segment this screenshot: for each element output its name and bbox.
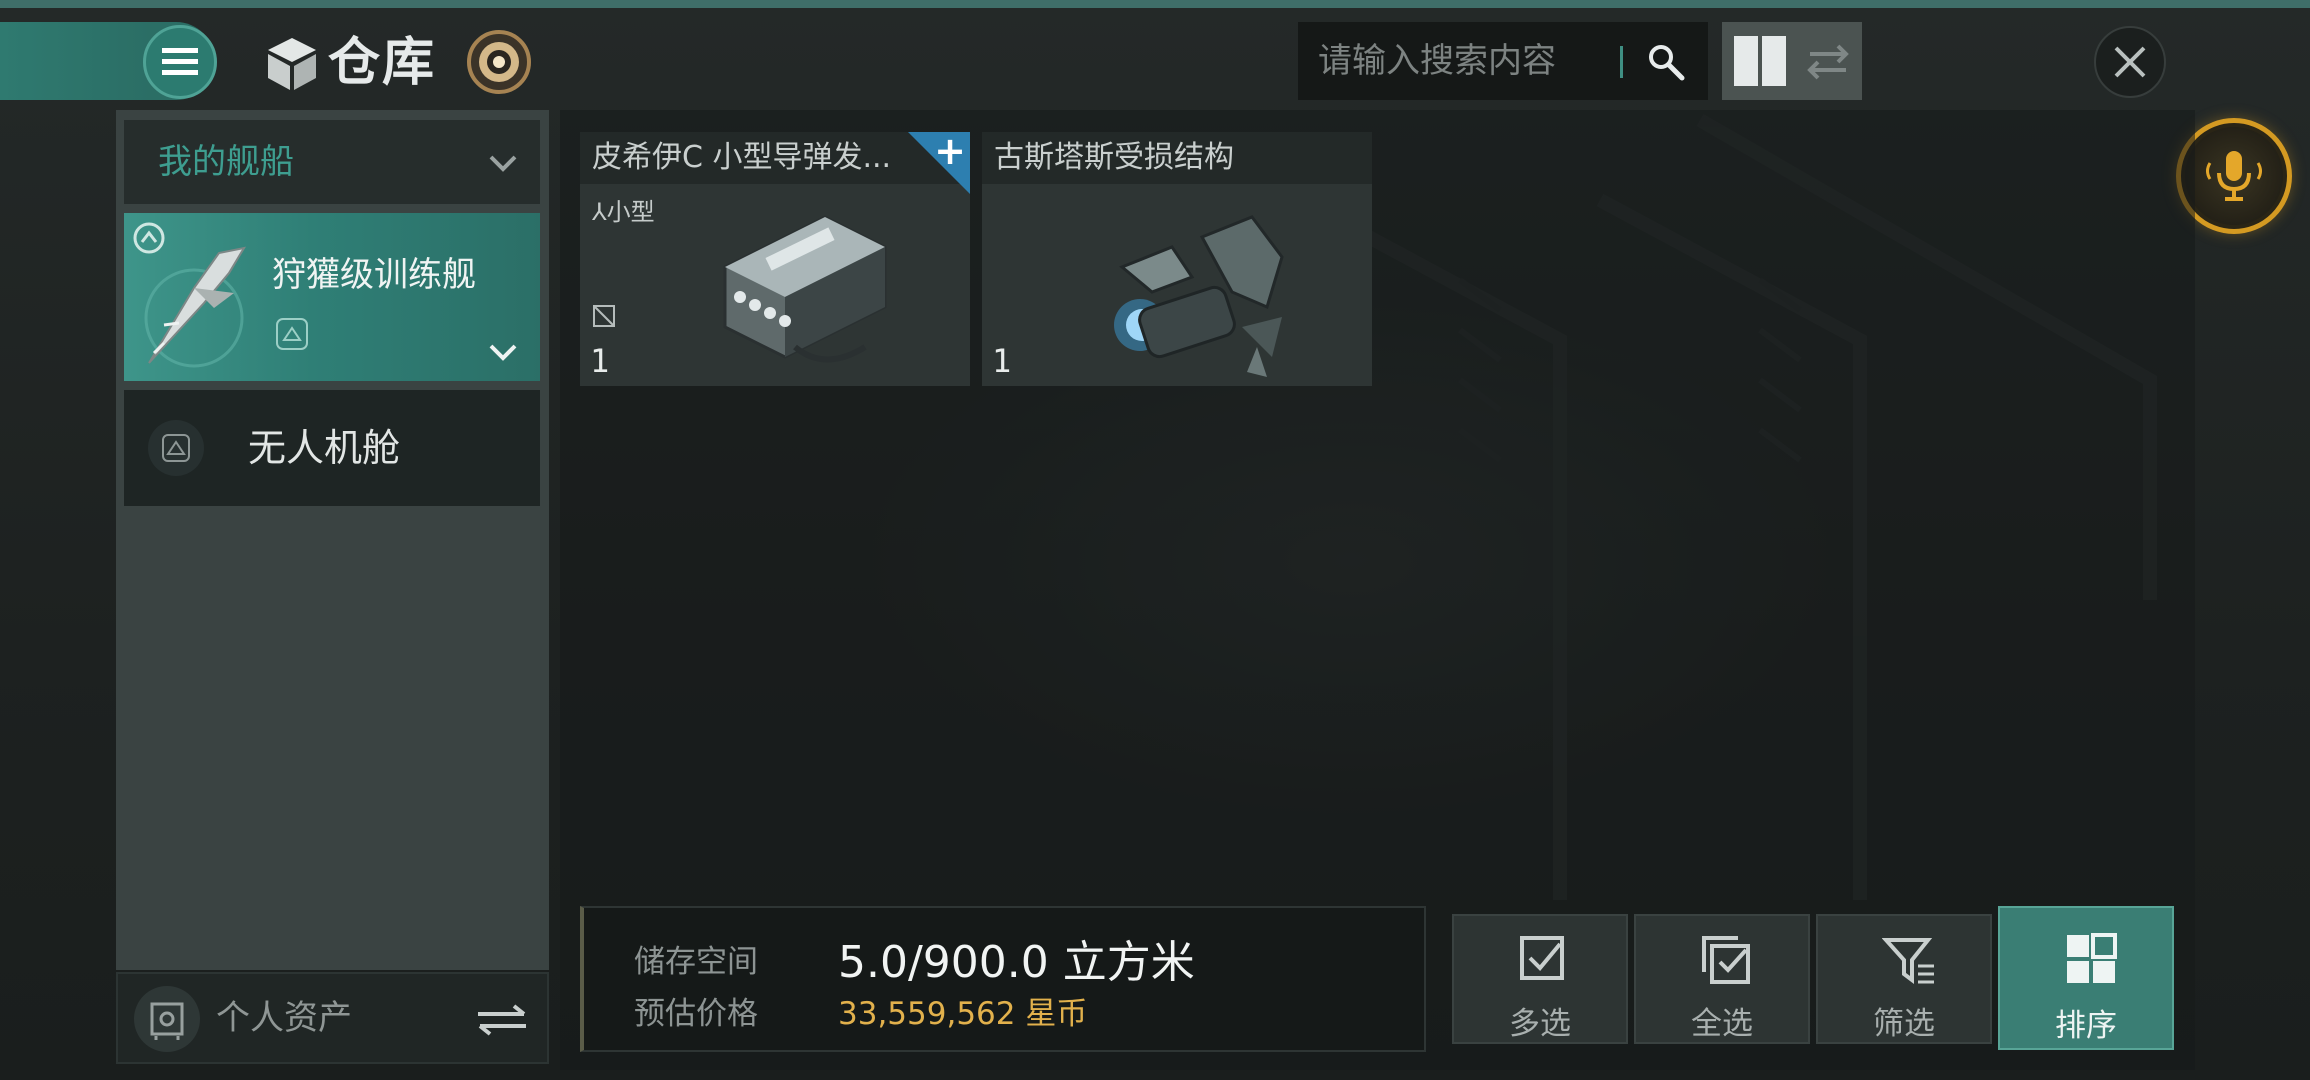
chevron-down-icon xyxy=(489,155,517,172)
search-divider xyxy=(1620,46,1623,78)
fleet-dropdown-label: 我的舰船 xyxy=(158,142,294,182)
close-icon xyxy=(2114,46,2146,78)
item-size-tag: ⅄小型 xyxy=(592,192,655,227)
damaged-structure-image xyxy=(1114,215,1284,377)
hamburger-menu-icon xyxy=(162,48,198,75)
module-slot-icon xyxy=(593,305,615,327)
personal-assets-label: 个人资产 xyxy=(216,998,352,1038)
missile-launcher-image xyxy=(723,215,887,363)
safe-icon xyxy=(134,986,200,1052)
storage-info: 储存空间 5.0/900.0 立方米 预估价格 33,559,562 星币 xyxy=(580,906,1426,1052)
ship-thumbnail xyxy=(144,246,247,368)
top-accent-strip xyxy=(0,0,2310,8)
microphone-icon xyxy=(2206,151,2262,201)
drone-bay-label: 无人机舱 xyxy=(248,426,401,470)
search-icon[interactable] xyxy=(1646,42,1686,82)
close-button[interactable] xyxy=(2094,26,2166,98)
size-icon: ⅄ xyxy=(592,198,607,226)
sort-label: 排序 xyxy=(2055,1008,2117,1044)
search-input[interactable] xyxy=(1318,22,1618,100)
plus-icon[interactable]: + xyxy=(934,132,966,170)
page-title: 仓库 xyxy=(328,33,437,93)
drone-bay-item[interactable]: 无人机舱 xyxy=(124,390,540,506)
item-card[interactable]: 皮希伊C 小型导弹发... + ⅄小型 1 xyxy=(580,132,970,386)
price-label: 预估价格 xyxy=(634,996,758,1032)
multi-select-button[interactable]: 多选 xyxy=(1452,914,1628,1044)
ship-name: 狩獾级训练舰 xyxy=(272,255,476,295)
select-all-button[interactable]: 全选 xyxy=(1634,914,1810,1044)
personal-assets-bar[interactable]: 个人资产 xyxy=(116,972,549,1064)
select-all-icon xyxy=(1702,936,1750,984)
item-size-label: 小型 xyxy=(606,198,655,226)
fleet-dropdown[interactable]: 我的舰船 xyxy=(124,120,540,204)
menu-button[interactable] xyxy=(143,25,217,99)
orb-icon[interactable] xyxy=(463,26,535,98)
view-toggle[interactable] xyxy=(1722,22,1862,100)
item-name: 古斯塔斯受损结构 xyxy=(982,132,1372,184)
drone-bay-icon xyxy=(148,420,204,476)
multi-select-label: 多选 xyxy=(1509,1006,1571,1042)
price-value: 33,559,562 星币 xyxy=(838,996,1088,1032)
checkbox-icon xyxy=(1520,936,1564,980)
storage-value: 5.0/900.0 立方米 xyxy=(838,937,1195,988)
filter-label: 筛选 xyxy=(1873,1006,1935,1042)
item-quantity: 1 xyxy=(992,342,1012,380)
grid-view-icon xyxy=(1734,36,1849,86)
item-quantity: 1 xyxy=(590,342,610,380)
sort-grid-icon xyxy=(2067,933,2117,983)
cube-icon xyxy=(268,38,316,90)
search-box xyxy=(1298,22,1708,100)
storage-label: 储存空间 xyxy=(634,944,758,980)
chevron-down-icon[interactable] xyxy=(486,335,520,369)
filter-icon xyxy=(1882,938,1934,984)
item-card[interactable]: 古斯塔斯受损结构 1 xyxy=(982,132,1372,386)
select-all-label: 全选 xyxy=(1691,1006,1753,1042)
ship-card[interactable]: 狩獾级训练舰 xyxy=(124,213,540,381)
filter-button[interactable]: 筛选 xyxy=(1816,914,1992,1044)
swap-icon[interactable] xyxy=(474,1002,530,1036)
drone-hangar-icon xyxy=(276,318,308,350)
sort-button[interactable]: 排序 xyxy=(1998,906,2174,1050)
